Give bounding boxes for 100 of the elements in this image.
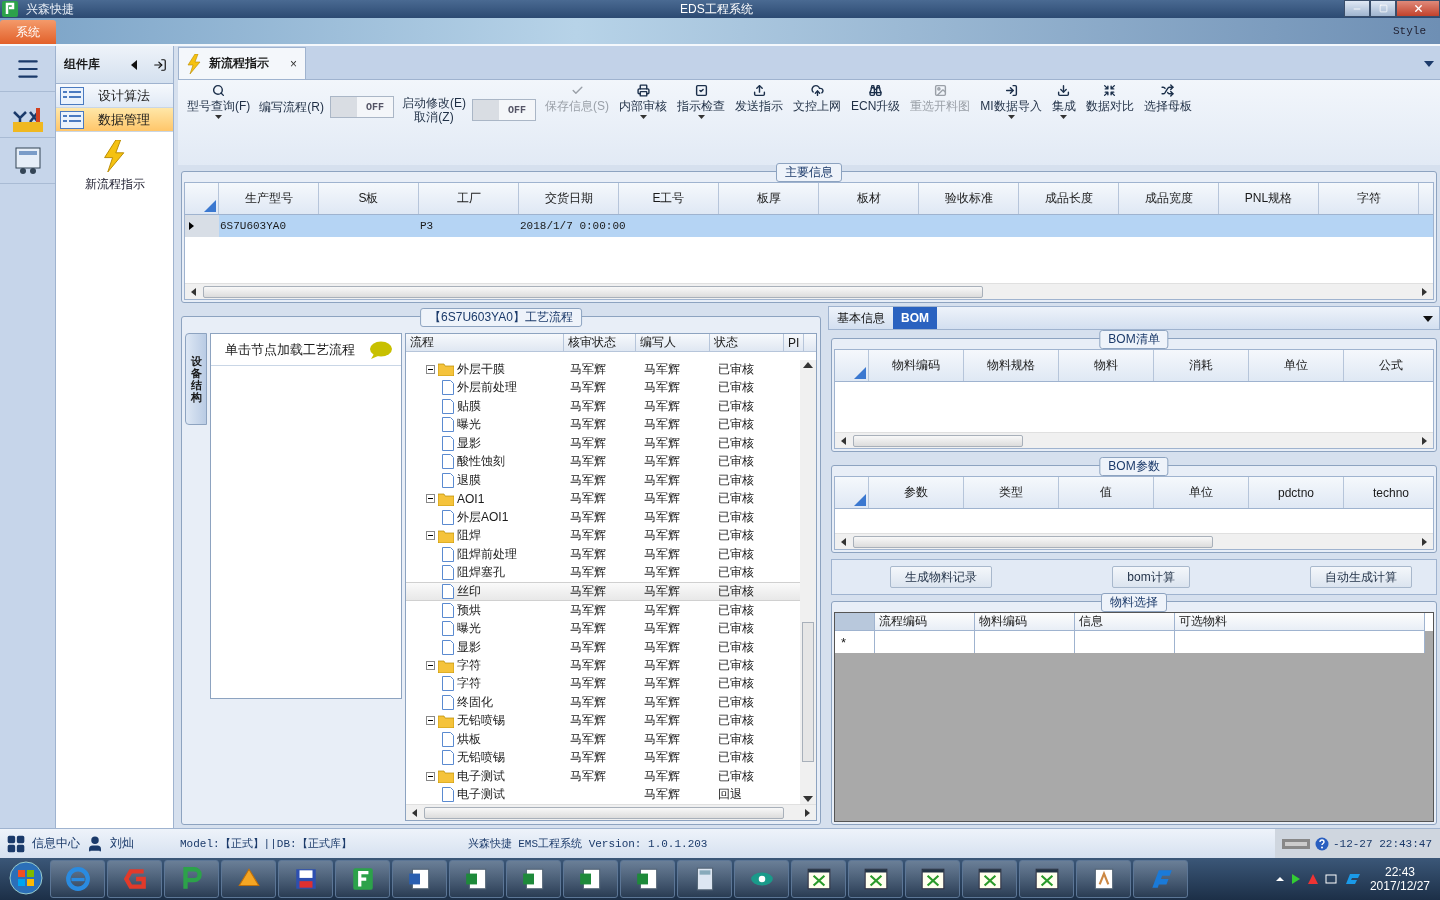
column-header[interactable]: 参数 [869,477,964,508]
taskbar-button[interactable] [221,860,276,898]
sign-in-icon[interactable] [153,57,167,72]
column-header[interactable]: 字符 [1319,183,1419,214]
tree-row[interactable]: 丝印 马军辉 马军辉 已审核 [406,581,800,601]
column-header[interactable]: techno [1344,477,1433,508]
new-row[interactable]: * [835,631,1425,653]
toolbar-button[interactable]: 文控上网 [788,84,846,113]
scroll-up-icon[interactable] [803,362,813,368]
horizontal-scrollbar[interactable] [835,432,1433,448]
nav-item[interactable]: 数据管理 [56,108,173,132]
column-header[interactable]: 流程编码 [875,613,975,631]
column-header[interactable]: 可选物料 [1175,613,1425,631]
vertical-scrollbar[interactable] [800,360,816,804]
column-header[interactable]: 交货日期 [519,183,619,214]
toolbar-button[interactable]: MI数据导入 [975,84,1047,119]
toolbar-button[interactable]: 集成 [1046,84,1081,119]
collapse-icon[interactable] [426,494,435,504]
scroll-right-icon[interactable] [1419,435,1429,446]
column-header[interactable]: 核审状态 [564,334,636,351]
tree-row[interactable]: 预烘 马军辉 马军辉 已审核 [406,600,800,620]
scroll-right-icon[interactable] [1419,536,1429,547]
action-button[interactable]: 生成物料记录 [890,566,992,588]
column-header[interactable]: 状态 [710,334,784,351]
column-header[interactable]: pdctno [1249,477,1344,508]
tree-row[interactable]: 阻焊塞孔 马军辉 马军辉 已审核 [406,563,800,582]
tree-row[interactable]: 字符 马军辉 马军辉 已审核 [406,674,800,694]
style-menu[interactable]: Style [1393,25,1426,37]
collapse-icon[interactable] [426,531,435,541]
column-header[interactable]: 单位 [1249,350,1344,381]
taskbar-button[interactable] [506,860,561,898]
maximize-button[interactable] [1370,0,1396,17]
horizontal-scrollbar[interactable] [406,804,816,820]
action-button[interactable]: 自动生成计算 [1310,566,1412,588]
calculator-icon[interactable] [13,145,42,176]
tree-row[interactable]: 退膜 马军辉 马军辉 已审核 [406,470,800,490]
info-center-link[interactable]: 信息中心 [32,835,80,852]
minimize-button[interactable] [1344,0,1370,17]
taskbar-button[interactable] [449,860,504,898]
column-header[interactable]: 物料编码 [975,613,1075,631]
taskbar-button[interactable] [620,860,675,898]
tree-row[interactable]: 酸性蚀刻 马军辉 马军辉 已审核 [406,452,800,471]
table-row[interactable]: 6S7U603YA0 P3 2018/1/7 0:00:00 [185,215,1433,237]
tree-row[interactable]: 显影 马军辉 马军辉 已审核 [406,433,800,453]
tree-row[interactable]: 阻焊前处理 马军辉 马军辉 已审核 [406,544,800,564]
column-header[interactable]: PI [784,334,804,351]
tree-row[interactable]: 贴膜 马军辉 马军辉 已审核 [406,396,800,416]
grid-icon[interactable] [6,833,26,854]
tree-row[interactable]: 字符 马军辉 马军辉 已审核 [406,656,800,675]
action-button[interactable]: bom计算 [1112,566,1190,588]
column-header[interactable]: 成品宽度 [1119,183,1219,214]
column-header[interactable]: 物料规格 [964,350,1059,381]
toolbar-button[interactable]: ECN升级 [846,84,906,113]
scroll-left-icon[interactable] [839,435,849,446]
close-button[interactable] [1396,0,1440,17]
tree-row[interactable]: 电子测试 马军辉 回退 [406,785,800,805]
taskbar-button[interactable] [905,860,960,898]
scroll-thumb[interactable] [802,622,814,762]
taskbar-button[interactable] [563,860,618,898]
column-header[interactable]: 物料 [1059,350,1154,381]
scroll-right-icon[interactable] [802,807,812,818]
column-header[interactable]: 验收标准 [919,183,1019,214]
tree-row[interactable]: 外层前处理 马军辉 马军辉 已审核 [406,378,800,397]
scroll-left-icon[interactable] [839,536,849,547]
tree-row[interactable]: AOI1 马军辉 马军辉 已审核 [406,489,800,508]
column-header[interactable]: 物料编码 [869,350,964,381]
panel-tab[interactable]: 基本信息 [829,307,893,329]
panel-tab[interactable]: BOM [893,307,937,329]
clock[interactable]: 22:43 2017/12/27 [1369,865,1430,893]
document-tab[interactable]: 新流程指示 × [178,47,306,79]
tree-row[interactable]: 无铅喷锡 马军辉 马军辉 已审核 [406,748,800,768]
horizontal-scrollbar[interactable] [835,533,1433,549]
tree-row[interactable]: 电子测试 马军辉 马军辉 已审核 [406,767,800,786]
scroll-left-icon[interactable] [410,807,420,818]
toolbar-button[interactable]: 指示检查 [672,84,730,119]
taskbar-button[interactable] [1076,860,1131,898]
taskbar-button[interactable] [335,860,390,898]
tree-row[interactable]: 无铅喷锡 马军辉 马军辉 已审核 [406,711,800,731]
column-header[interactable]: 工厂 [419,183,519,214]
tree-row[interactable]: 外层AOI1 马军辉 马军辉 已审核 [406,507,800,527]
toolbar-button[interactable]: 型号查询(F) [182,84,256,119]
toolbar-button[interactable]: 内部审核 [614,84,672,119]
taskbar-button[interactable] [962,860,1017,898]
column-header[interactable]: S板 [319,183,419,214]
launch-item[interactable]: 新流程指示 [84,176,145,193]
taskbar-button[interactable] [392,860,447,898]
toolbar-button[interactable]: 选择母板 [1138,84,1197,113]
toolbar-button[interactable]: 数据对比 [1080,84,1139,113]
tree-row[interactable]: 终固化 马军辉 马军辉 已审核 [406,693,800,712]
column-header[interactable]: 板厚 [719,183,819,214]
collapse-icon[interactable] [426,716,435,726]
column-header[interactable]: 成品长度 [1019,183,1119,214]
horizontal-scrollbar[interactable] [185,283,1433,299]
nav-item[interactable]: 设计算法 [56,84,173,108]
collapse-icon[interactable] [131,59,137,70]
dropdown-icon[interactable] [1424,60,1434,67]
dropdown-icon[interactable] [1423,316,1433,322]
toggle-switch[interactable]: OFF [330,96,394,118]
taskbar-button[interactable] [278,860,333,898]
toolbar-button[interactable]: 发送指示 [730,84,788,113]
